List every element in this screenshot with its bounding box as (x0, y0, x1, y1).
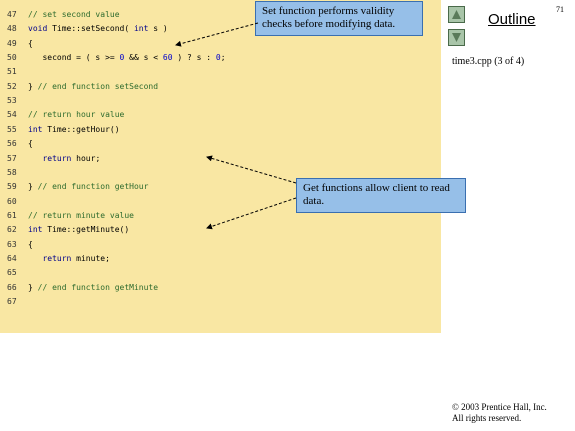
line-number: 60 (7, 196, 17, 206)
code-line: 66 } // end function getMinute (0, 281, 430, 295)
code-line: 63 { (0, 238, 430, 252)
code-line: 64 return minute; (0, 252, 430, 266)
code-line: 51 (0, 65, 430, 79)
line-number: 66 (7, 282, 17, 292)
line-number: 65 (7, 268, 17, 278)
get-functions-callout: Get functions allow client to read data. (296, 178, 466, 213)
line-number: 59 (7, 182, 17, 192)
code-text: // return minute value (28, 210, 134, 220)
code-text: } // end function setSecond (28, 81, 159, 91)
code-text: return hour; (42, 153, 101, 163)
code-line: 52 } // end function setSecond (0, 80, 430, 94)
code-line: 57 return hour; (0, 152, 430, 166)
code-line: 67 (0, 295, 430, 309)
code-text: second = ( s >= 0 && s < 60 ) ? s : 0; (28, 53, 226, 63)
code-line: 62 int Time::getMinute() (0, 223, 430, 237)
code-text: { (28, 239, 33, 249)
previous-slide-button[interactable] (448, 6, 465, 23)
code-text: int Time::getMinute() (28, 225, 130, 235)
line-number: 58 (7, 167, 17, 177)
code-line: 65 (0, 266, 430, 280)
page-number: 71 (556, 5, 564, 14)
code-line: 53 (0, 94, 430, 108)
code-line: 56 { (0, 137, 430, 151)
line-number: 49 (7, 38, 17, 48)
line-number: 48 (7, 24, 17, 34)
line-number: 63 (7, 239, 17, 249)
code-text: } // end function getMinute (28, 282, 159, 292)
copyright-line: © 2003 Prentice Hall, Inc. (452, 402, 547, 412)
code-line: 49 { (0, 37, 430, 51)
copyright-line: All rights reserved. (452, 413, 522, 423)
line-number: 50 (7, 53, 17, 63)
code-text: // set second value (28, 10, 120, 19)
triangle-up-icon (452, 10, 461, 19)
code-text: { (28, 38, 33, 48)
copyright-notice: © 2003 Prentice Hall, Inc. All rights re… (452, 402, 547, 424)
line-number: 54 (7, 110, 17, 120)
code-panel: 47 // set second value48 void Time::setSec… (0, 0, 441, 333)
line-number: 64 (7, 253, 17, 263)
line-number: 56 (7, 139, 17, 149)
code-line: 50 second = ( s >= 0 && s < 60 ) ? s : 0… (0, 51, 430, 65)
line-number: 55 (7, 124, 17, 134)
line-number: 51 (7, 67, 17, 77)
line-number: 61 (7, 210, 17, 220)
code-text: void Time::setSecond( int s ) (28, 24, 168, 34)
next-slide-button[interactable] (448, 29, 465, 46)
code-text: return minute; (42, 253, 110, 263)
line-number: 67 (7, 297, 17, 306)
line-number: 57 (7, 153, 17, 163)
code-text: // return hour value (28, 110, 125, 120)
code-text: } // end function getHour (28, 182, 149, 192)
code-text: { (28, 139, 33, 149)
set-function-callout: Set function performs validity checks be… (255, 1, 423, 36)
line-number: 52 (7, 81, 17, 91)
file-caption: time3.cpp (3 of 4) (452, 56, 525, 67)
line-number: 47 (7, 10, 17, 19)
triangle-down-icon (452, 33, 461, 42)
code-line: 55 int Time::getHour() (0, 123, 430, 137)
outline-label[interactable]: Outline (488, 11, 536, 28)
line-number: 53 (7, 96, 17, 106)
code-line: 54 // return hour value (0, 108, 430, 122)
code-text: int Time::getHour() (28, 124, 120, 134)
line-number: 62 (7, 225, 17, 235)
